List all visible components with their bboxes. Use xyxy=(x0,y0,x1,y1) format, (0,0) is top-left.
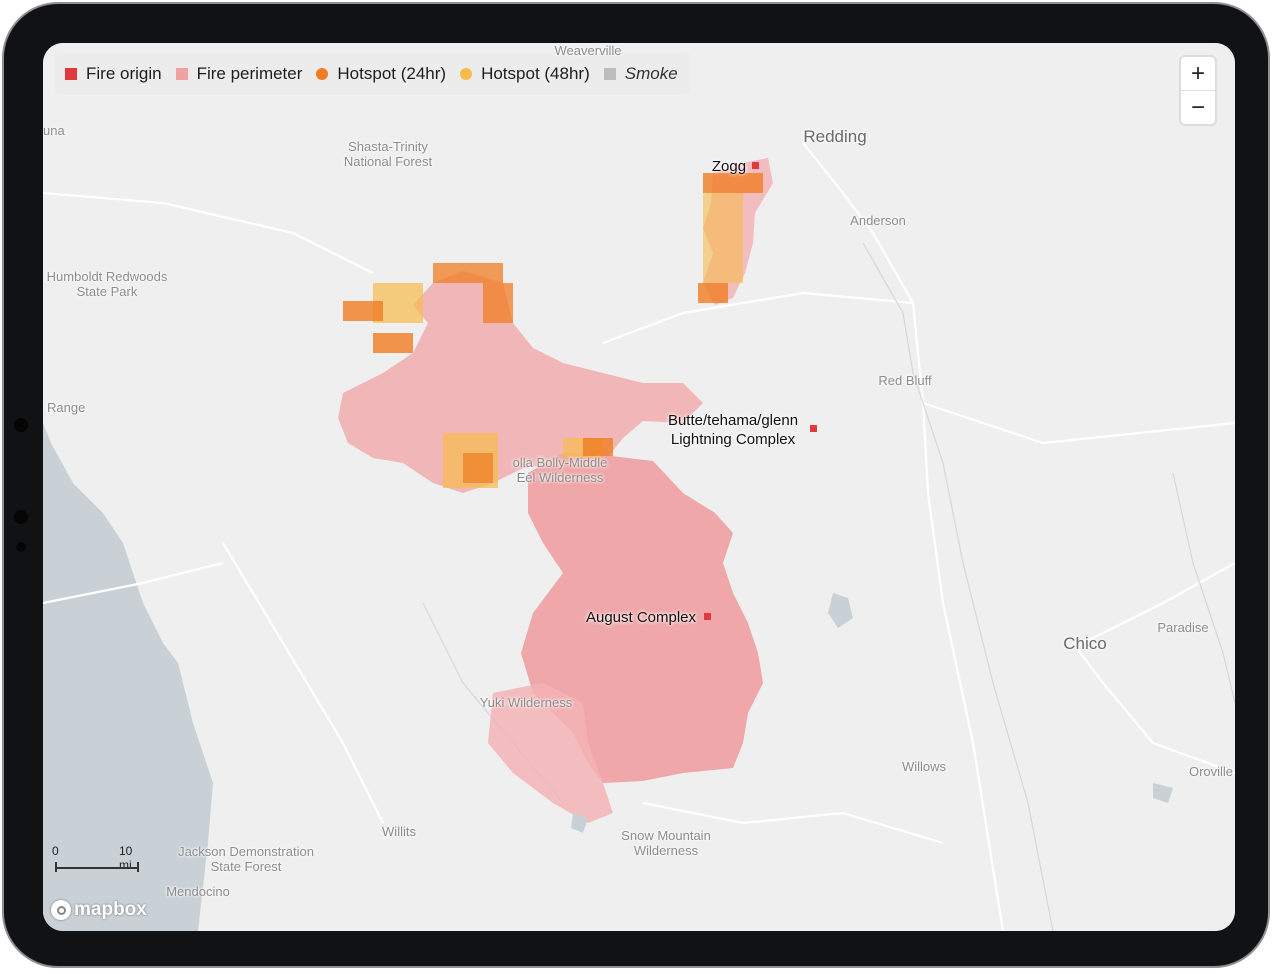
place-label-redding: Redding xyxy=(803,127,867,146)
legend-label: Hotspot (48hr) xyxy=(481,64,590,83)
mapbox-logo[interactable]: mapbox xyxy=(51,899,147,921)
zoom-control: + − xyxy=(1181,57,1215,124)
place-label-mendocino: Mendocino xyxy=(166,884,230,899)
place-label-chico: Chico xyxy=(1063,634,1107,653)
legend-fire-perimeter: Fire perimeter xyxy=(175,64,303,84)
fire-label-august-complex[interactable]: August Complex xyxy=(586,608,696,627)
fire-origin-marker-zogg[interactable] xyxy=(752,162,759,169)
side-sensor xyxy=(14,510,28,524)
place-label-range: Range xyxy=(47,400,86,415)
place-label-red-bluff: Red Bluff xyxy=(878,373,932,388)
fire-origin-marker-august-complex[interactable] xyxy=(704,613,711,620)
scale-tick xyxy=(55,862,57,872)
legend-fire-origin: Fire origin xyxy=(65,64,162,84)
legend-label: Fire origin xyxy=(86,64,162,83)
place-label-snow-mountain: Snow Mountain Wilderness xyxy=(621,828,711,858)
hotspot-24hr-swatch xyxy=(316,68,329,80)
map-legend: Fire origin Fire perimeter Hotspot (24hr… xyxy=(55,53,690,95)
mapbox-logo-text: mapbox xyxy=(74,899,147,920)
mapbox-logo-icon xyxy=(51,900,71,920)
basemap[interactable] xyxy=(43,43,1235,931)
legend-label: Hotspot (24hr) xyxy=(337,64,447,83)
smoke-swatch xyxy=(603,68,616,80)
scale-start-label: 0 xyxy=(52,844,59,858)
zoom-out-button[interactable]: − xyxy=(1181,90,1215,124)
legend-hotspot-48hr: Hotspot (48hr) xyxy=(460,64,590,84)
zoom-in-button[interactable]: + xyxy=(1181,57,1215,90)
place-label-una: una xyxy=(43,123,65,138)
scale-line xyxy=(55,867,139,869)
place-label-jackson: Jackson Demonstration State Forest xyxy=(178,844,314,874)
place-label-paradise: Paradise xyxy=(1157,620,1209,635)
fire-origin-swatch xyxy=(65,68,77,80)
side-sensor xyxy=(14,418,28,432)
scale-tick xyxy=(137,862,139,872)
place-label-yolla-bolly: olla Bolly-Middle Eel Wilderness xyxy=(512,455,608,485)
tablet-device: Fire origin Fire perimeter Hotspot (24hr… xyxy=(0,0,1276,974)
place-label-willows: Willows xyxy=(901,759,947,774)
fire-label-zogg[interactable]: Zogg xyxy=(712,157,746,176)
hotspot-48hr-swatch xyxy=(460,68,473,80)
place-label-weaverville: Weaverville xyxy=(554,43,622,58)
side-sensor xyxy=(16,542,26,552)
place-label-oroville: Oroville xyxy=(1188,764,1234,779)
place-label-humboldt: Humboldt Redwoods State Park xyxy=(46,269,168,299)
legend-hotspot-24hr: Hotspot (24hr) xyxy=(316,64,446,84)
place-label-yuki: Yuki Wilderness xyxy=(479,695,573,710)
fire-perimeter-swatch xyxy=(175,68,188,80)
place-label-willits: Willits xyxy=(382,824,416,839)
scale-bar: 0 10 mi xyxy=(52,843,145,879)
map-screen[interactable]: Fire origin Fire perimeter Hotspot (24hr… xyxy=(43,43,1235,931)
place-label-anderson: Anderson xyxy=(850,213,906,228)
fire-label-butte-tehama-glenn[interactable]: Butte/tehama/glenn Lightning Complex xyxy=(668,411,798,449)
place-label-shasta-trinity: Shasta-Trinity National Forest xyxy=(343,139,433,169)
fire-origin-marker-butte-tehama-glenn[interactable] xyxy=(810,425,817,432)
legend-label: Fire perimeter xyxy=(196,64,303,83)
legend-smoke: Smoke xyxy=(603,64,678,84)
legend-label: Smoke xyxy=(624,64,678,83)
